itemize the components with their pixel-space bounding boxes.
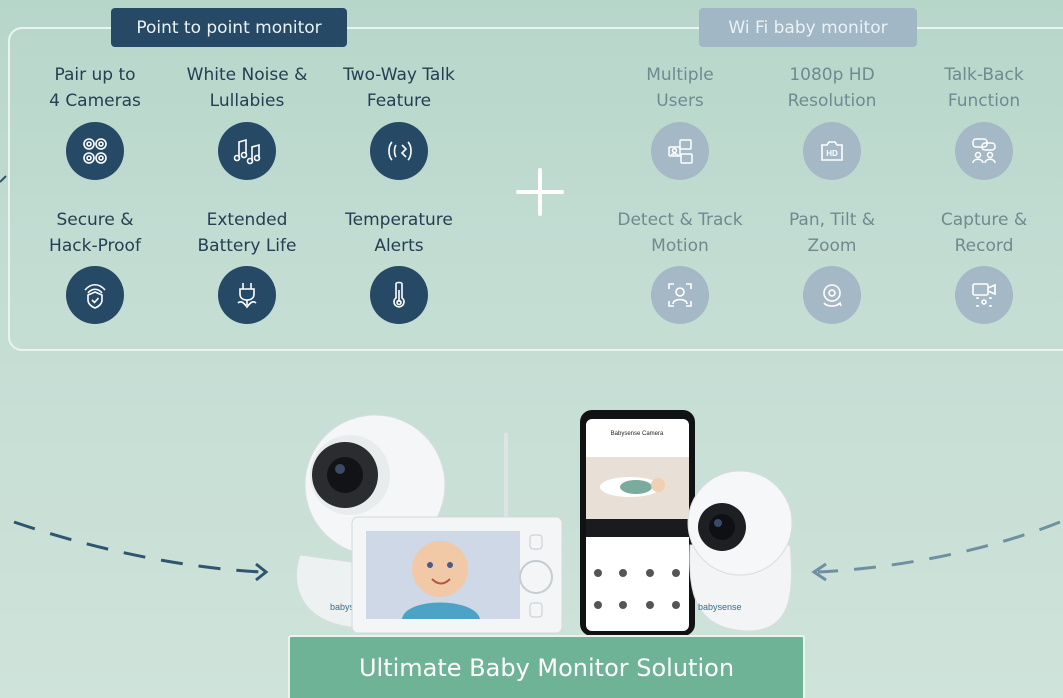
app-title: Babysense Camera bbox=[611, 431, 664, 437]
wifi-camera-brand: babysense bbox=[698, 602, 742, 612]
products-illustration: babysense Babysense Camera baby bbox=[296, 410, 793, 636]
phone-app: Babysense Camera bbox=[580, 410, 695, 636]
wifi-camera: babysense bbox=[687, 470, 793, 632]
solution-banner: Ultimate Baby Monitor Solution bbox=[288, 635, 805, 698]
